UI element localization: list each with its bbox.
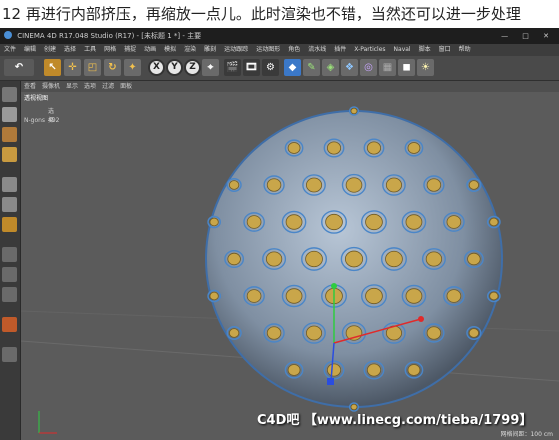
menu-character[interactable]: 角色	[284, 44, 304, 56]
render-view-icon[interactable]: 🎬	[224, 59, 241, 76]
menu-mesh[interactable]: 网格	[100, 44, 120, 56]
window-title: CINEMA 4D R17.048 Studio (R17) - [未标题 1 …	[17, 32, 202, 40]
window-controls[interactable]: — □ ✕	[501, 28, 555, 44]
render-settings-icon[interactable]: ⚙	[262, 59, 279, 76]
snap-icon[interactable]	[2, 267, 17, 282]
make-editable-icon[interactable]	[2, 87, 17, 102]
menu-simulate[interactable]: 模拟	[160, 44, 180, 56]
main-toolbar: ↶ ↖ ✛ ◰ ↻ ✦ X Y Z ⌖ 🎬 🎞 ⚙ ◆ ✎ ◈ ❖ ◎ ▦ ◼ …	[0, 56, 559, 81]
menu-naval[interactable]: Naval	[390, 44, 415, 56]
edges-mode-icon[interactable]	[2, 197, 17, 212]
caption-text: 12 再进行内部挤压，再缩放一点儿。此时渲染也不错，当然还可以进一步处理	[0, 0, 559, 28]
perspective-viewport[interactable]: 查看 摄像机 显示 选项 过滤 面板 透视视图 选择 N-gons 492 C4D吧 【ww…	[21, 81, 559, 440]
select-icon[interactable]: ↖	[44, 59, 61, 76]
menu-sculpt[interactable]: 雕刻	[200, 44, 220, 56]
y-axis-icon[interactable]: Y	[166, 59, 183, 76]
x-axis-icon[interactable]: X	[148, 59, 165, 76]
title-bar: CINEMA 4D R17.048 Studio (R17) - [未标题 1 …	[0, 28, 559, 44]
floor-icon[interactable]: ▦	[379, 59, 396, 76]
undo-icon[interactable]: ↶	[4, 59, 34, 76]
array-icon[interactable]: ❖	[341, 59, 358, 76]
menu-snap[interactable]: 捕捉	[120, 44, 140, 56]
camera-icon[interactable]: ◼	[398, 59, 415, 76]
points-mode-icon[interactable]	[2, 177, 17, 192]
enable-axis-icon[interactable]	[2, 247, 17, 262]
menu-edit[interactable]: 编辑	[20, 44, 40, 56]
menu-plugins[interactable]: 插件	[330, 44, 350, 56]
model-mode-icon[interactable]	[2, 107, 17, 122]
scale-icon[interactable]: ◰	[84, 59, 101, 76]
menu-motion-tracker[interactable]: 运动跟踪	[220, 44, 252, 56]
cinema4d-logo-icon	[4, 31, 12, 39]
menu-create[interactable]: 创建	[40, 44, 60, 56]
menu-pipeline[interactable]: 流水线	[304, 44, 330, 56]
subdivision-icon[interactable]: ◈	[322, 59, 339, 76]
pen-icon[interactable]: ✎	[303, 59, 320, 76]
menu-x-particles[interactable]: X-Particles	[350, 44, 389, 56]
menu-tools[interactable]: 工具	[80, 44, 100, 56]
menu-bar: 文件 编辑 创建 选择 工具 网格 捕捉 动画 模拟 渲染 雕刻 运动跟踪 运动图形 角色 流水线 插件 X-P…	[0, 44, 559, 56]
render-picture-icon[interactable]: 🎞	[243, 59, 260, 76]
texture-mode-icon[interactable]	[2, 127, 17, 142]
watermark-text: C4D吧 【www.linecg.com/tieba/1799】	[257, 413, 533, 428]
menu-window[interactable]: 窗口	[435, 44, 455, 56]
quantize-icon[interactable]	[2, 287, 17, 302]
cinema4d-window: CINEMA 4D R17.048 Studio (R17) - [未标题 1 …	[0, 28, 559, 440]
deformer-icon[interactable]: ◎	[360, 59, 377, 76]
workplane-icon[interactable]	[2, 147, 17, 162]
light-icon[interactable]: ☀	[417, 59, 434, 76]
menu-file[interactable]: 文件	[0, 44, 20, 56]
menu-help[interactable]: 帮助	[455, 44, 475, 56]
grid-spacing-readout: 网格间距：100 cm	[500, 431, 553, 438]
menu-script[interactable]: 脚本	[415, 44, 435, 56]
sphere-mesh	[21, 106, 559, 434]
move-icon[interactable]: ✛	[64, 59, 81, 76]
rotate-icon[interactable]: ↻	[104, 59, 121, 76]
menu-render[interactable]: 渲染	[180, 44, 200, 56]
world-coord-icon[interactable]: ⌖	[202, 59, 219, 76]
lock-icon[interactable]	[2, 317, 17, 332]
left-palette	[0, 81, 21, 440]
menu-animate[interactable]: 动画	[140, 44, 160, 56]
menu-mograph[interactable]: 运动图形	[252, 44, 284, 56]
soft-selection-icon[interactable]	[2, 347, 17, 362]
cube-icon[interactable]: ◆	[284, 59, 301, 76]
menu-select[interactable]: 选择	[60, 44, 80, 56]
z-axis-icon[interactable]: Z	[184, 59, 201, 76]
polygons-mode-icon[interactable]	[2, 217, 17, 232]
recent-tool-icon[interactable]: ✦	[124, 59, 141, 76]
